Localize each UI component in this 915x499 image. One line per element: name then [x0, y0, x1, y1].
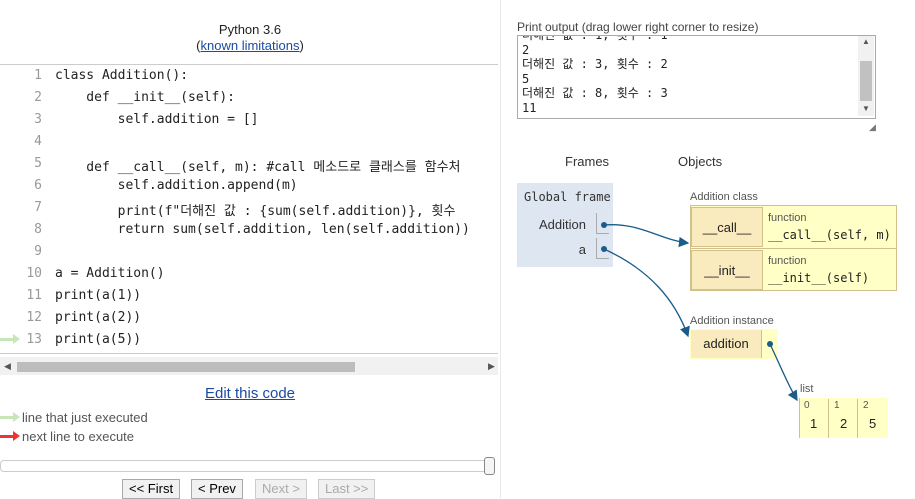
line-number: 6: [34, 178, 42, 193]
code-text: self.addition = []: [55, 112, 259, 127]
line-number: 13: [26, 332, 42, 347]
code-line: 10 a = Addition(): [0, 266, 498, 288]
pointer-arrow-addition: [603, 224, 690, 248]
list-index: 2: [863, 400, 869, 411]
code-text: self.addition.append(m): [55, 178, 298, 193]
pointer-arrow-a: [603, 248, 690, 338]
code-line: 4: [0, 134, 498, 156]
language-label: Python 3.6: [218, 22, 282, 37]
line-number: 1: [34, 68, 42, 83]
code-line: 3 self.addition = []: [0, 112, 498, 134]
code-line: 5 def __call__(self, m): #call 메소드로 클래스를…: [0, 156, 498, 178]
pane-divider: [500, 0, 501, 498]
last-button[interactable]: Last >>: [318, 479, 376, 499]
pointer-dot-icon: [767, 341, 773, 347]
line-number: 10: [26, 266, 42, 281]
edit-code-link[interactable]: Edit this code: [0, 385, 500, 402]
list-value: 1: [810, 416, 818, 431]
limits-paren-close: ): [299, 38, 304, 53]
prev-button[interactable]: < Prev: [191, 479, 243, 499]
code-text: print(a(2)): [55, 310, 142, 325]
print-output-scroll-thumb[interactable]: [860, 61, 872, 101]
function-value: __call__(self, m): [768, 228, 891, 242]
code-text: return sum(self.addition, len(self.addit…: [55, 222, 470, 237]
next-button[interactable]: Next >: [255, 479, 307, 499]
line-number: 4: [34, 134, 42, 149]
line-number: 3: [34, 112, 42, 127]
list-index: 0: [804, 400, 810, 411]
function-type-label: function: [768, 212, 807, 224]
class-row-divider: [691, 248, 896, 249]
code-line: 8 return sum(self.addition, len(self.add…: [0, 222, 498, 244]
list-divider: [828, 399, 829, 438]
code-text: def __call__(self, m): #call 메소드로 클래스를 함…: [55, 160, 461, 175]
list-object-label: list: [800, 383, 814, 395]
just-executed-arrow-icon: [0, 334, 20, 344]
step-slider[interactable]: [0, 460, 495, 472]
global-frame-title: Global frame: [524, 190, 611, 204]
scroll-left-icon[interactable]: ◀: [4, 361, 11, 372]
print-output-label: Print output (drag lower right corner to…: [517, 20, 759, 34]
code-line: 12 print(a(2)): [0, 310, 498, 332]
frame-var-name: a: [578, 242, 586, 257]
resize-handle-icon[interactable]: ◢: [869, 122, 876, 133]
pointer-dot-icon: [601, 222, 607, 228]
print-output-box[interactable]: 더해진 값 : 1, 횟수 : 1 2 더해진 값 : 3, 횟수 : 2 5 …: [517, 35, 876, 119]
code-text: print(f"더해진 값 : {sum(self.addition)}, 횟수: [55, 204, 456, 219]
code-pane: 1 class Addition(): 2 def __init__(self):…: [0, 64, 498, 354]
scroll-right-icon[interactable]: ▶: [488, 361, 495, 372]
code-line: 2 def __init__(self):: [0, 90, 498, 112]
known-limitations-link[interactable]: known limitations: [201, 38, 300, 53]
legend-next-line: next line to execute: [22, 429, 135, 444]
code-line-current: 13 print(a(5)): [0, 332, 498, 353]
class-key: __init__: [691, 250, 763, 290]
code-line: 11 print(a(1)): [0, 288, 498, 310]
list-value: 5: [869, 416, 877, 431]
code-line: 6 self.addition.append(m): [0, 178, 498, 200]
class-key: __call__: [691, 207, 763, 247]
green-arrow-icon: [0, 412, 20, 422]
step-slider-handle[interactable]: [484, 457, 495, 475]
legend-just-executed: line that just executed: [22, 410, 148, 425]
red-arrow-icon: [0, 431, 20, 441]
line-number: 12: [26, 310, 42, 325]
line-number: 2: [34, 90, 42, 105]
line-number: 5: [34, 156, 42, 171]
scroll-up-icon[interactable]: ▲: [862, 37, 870, 46]
line-number: 9: [34, 244, 42, 259]
frames-heading: Frames: [565, 154, 610, 169]
list-index: 1: [834, 400, 840, 411]
instance-object-label: Addition instance: [690, 315, 774, 327]
code-text: print(a(5)): [55, 332, 142, 347]
known-limitations: (known limitations): [0, 38, 500, 53]
function-value: __init__(self): [768, 271, 870, 285]
line-number: 7: [34, 200, 42, 215]
scrollbar-thumb[interactable]: [17, 362, 355, 372]
print-output-text: 더해진 값 : 1, 횟수 : 1 2 더해진 값 : 3, 횟수 : 2 5 …: [522, 35, 668, 115]
objects-heading: Objects: [678, 154, 723, 169]
instance-attr-key: addition: [691, 330, 762, 358]
code-line: 7 print(f"더해진 값 : {sum(self.addition)}, …: [0, 200, 498, 222]
frame-var-name: Addition: [539, 217, 586, 232]
class-object-label: Addition class: [690, 191, 758, 203]
code-text: class Addition():: [55, 68, 189, 83]
first-button[interactable]: << First: [122, 479, 181, 499]
line-number: 8: [34, 222, 42, 237]
code-text: print(a(1)): [55, 288, 142, 303]
list-value: 2: [840, 416, 848, 431]
line-number: 11: [26, 288, 42, 303]
pointer-dot-icon: [601, 246, 607, 252]
list-divider: [857, 399, 858, 438]
code-line: 9: [0, 244, 498, 266]
code-line: 1 class Addition():: [0, 68, 498, 90]
function-type-label: function: [768, 255, 807, 267]
code-text: def __init__(self):: [55, 90, 236, 105]
code-text: a = Addition(): [55, 266, 165, 281]
scroll-down-icon[interactable]: ▼: [862, 104, 870, 113]
